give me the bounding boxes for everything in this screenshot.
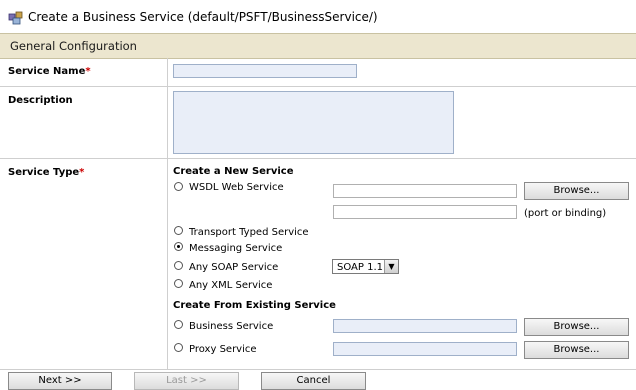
row-divider bbox=[0, 158, 636, 159]
service-name-label-text: Service Name bbox=[8, 66, 86, 77]
row-divider bbox=[0, 86, 636, 87]
required-marker: * bbox=[79, 167, 85, 178]
cancel-button[interactable]: Cancel bbox=[261, 372, 366, 390]
description-label: Description bbox=[8, 95, 73, 106]
service-name-label: Service Name* bbox=[8, 66, 91, 77]
soap-version-select[interactable]: SOAP 1.1 ▼ bbox=[332, 259, 399, 274]
wsdl-input[interactable] bbox=[333, 184, 517, 198]
proxy-service-label: Proxy Service bbox=[189, 344, 257, 355]
service-type-label-text: Service Type bbox=[8, 167, 80, 178]
next-button[interactable]: Next >> bbox=[8, 372, 112, 390]
wsdl-web-service-label: WSDL Web Service bbox=[189, 182, 284, 193]
transport-typed-service-radio[interactable] bbox=[174, 226, 183, 235]
soap-version-value: SOAP 1.1 bbox=[337, 262, 383, 273]
required-marker: * bbox=[85, 66, 91, 77]
page-title: Create a Business Service (default/PSFT/… bbox=[28, 10, 378, 24]
any-soap-service-label: Any SOAP Service bbox=[189, 262, 279, 273]
any-xml-service-radio[interactable] bbox=[174, 279, 183, 288]
service-type-label: Service Type* bbox=[8, 167, 84, 178]
business-service-icon bbox=[8, 11, 23, 25]
transport-typed-service-label: Transport Typed Service bbox=[189, 227, 309, 238]
business-service-radio[interactable] bbox=[174, 320, 183, 329]
proxy-service-radio[interactable] bbox=[174, 343, 183, 352]
messaging-service-label: Messaging Service bbox=[189, 243, 283, 254]
wsdl-browse-button[interactable]: Browse... bbox=[524, 182, 629, 200]
proxy-service-input[interactable] bbox=[333, 342, 517, 356]
business-service-input[interactable] bbox=[333, 319, 517, 333]
section-title: General Configuration bbox=[10, 39, 137, 53]
any-xml-service-label: Any XML Service bbox=[189, 280, 273, 291]
footer-divider bbox=[0, 369, 636, 370]
any-soap-service-radio[interactable] bbox=[174, 261, 183, 270]
create-new-service-heading: Create a New Service bbox=[173, 166, 294, 177]
column-divider bbox=[167, 58, 168, 369]
port-binding-input[interactable] bbox=[333, 205, 517, 219]
business-service-browse-button[interactable]: Browse... bbox=[524, 318, 629, 336]
last-button[interactable]: Last >> bbox=[134, 372, 239, 390]
business-service-label: Business Service bbox=[189, 321, 274, 332]
port-binding-hint: (port or binding) bbox=[524, 208, 607, 219]
proxy-service-browse-button[interactable]: Browse... bbox=[524, 341, 629, 359]
window-title-bar: Create a Business Service (default/PSFT/… bbox=[0, 0, 636, 34]
chevron-down-icon: ▼ bbox=[384, 260, 398, 273]
description-textarea[interactable] bbox=[173, 91, 454, 154]
messaging-service-radio[interactable] bbox=[174, 242, 183, 251]
create-from-existing-heading: Create From Existing Service bbox=[173, 300, 336, 311]
service-name-input[interactable] bbox=[173, 64, 357, 78]
wsdl-web-service-radio[interactable] bbox=[174, 182, 183, 191]
section-header: General Configuration bbox=[0, 33, 636, 59]
